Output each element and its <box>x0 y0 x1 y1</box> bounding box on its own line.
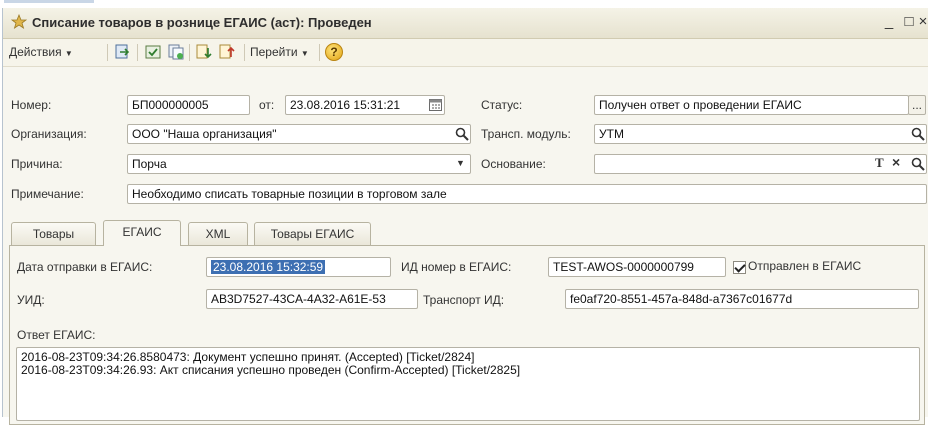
date-value: 23.08.2016 15:31:21 <box>290 98 401 112</box>
goto-menu[interactable]: Перейти ▼ <box>250 45 309 59</box>
post-and-close-icon[interactable] <box>114 43 132 61</box>
actions-menu[interactable]: Действия ▼ <box>9 45 73 59</box>
uid-field[interactable]: AB3D7527-43CA-4A32-A61E-53 <box>206 289 418 309</box>
toolbar-divider <box>244 44 245 61</box>
document-icon <box>11 14 27 29</box>
send-date-value: 23.08.2016 15:32:59 <box>211 260 326 274</box>
egais-id-field[interactable]: TEST-AWOS-0000000799 <box>548 257 726 277</box>
type-select-icon[interactable]: T <box>875 155 884 171</box>
move-up-icon[interactable] <box>218 43 236 61</box>
tab-xml[interactable]: XML <box>188 222 248 246</box>
move-down-icon[interactable] <box>195 43 213 61</box>
status-field[interactable]: Получен ответ о проведении ЕГАИС <box>594 95 909 115</box>
tab-egais[interactable]: ЕГАИС <box>103 220 181 246</box>
toolbar-divider <box>137 44 138 61</box>
egais-response-label: Ответ ЕГАИС: <box>17 328 96 342</box>
document-window: Списание товаров в рознице ЕГАИС (аст): … <box>2 8 928 425</box>
date-field[interactable]: 23.08.2016 15:31:21 <box>285 95 445 115</box>
maximize-button[interactable]: □ <box>899 12 919 32</box>
egais-tab-panel: Дата отправки в ЕГАИС: 23.08.2016 15:32:… <box>9 245 925 425</box>
tab-goods-egais[interactable]: Товары ЕГАИС <box>254 222 371 246</box>
basis-label: Основание: <box>481 157 546 171</box>
egais-id-label: ИД номер в ЕГАИС: <box>401 260 512 274</box>
tab-goods[interactable]: Товары <box>11 222 96 246</box>
status-label: Статус: <box>481 98 523 112</box>
reason-field[interactable]: Порча <box>127 154 471 174</box>
send-date-field[interactable]: 23.08.2016 15:32:59 <box>206 257 391 277</box>
chevron-down-icon[interactable]: ▼ <box>456 158 465 168</box>
number-label: Номер: <box>11 98 52 112</box>
help-icon[interactable]: ? <box>325 43 343 61</box>
reason-label: Причина: <box>11 157 63 171</box>
egais-response-memo[interactable]: 2016-08-23T09:34:26.8580473: Документ ус… <box>16 347 920 421</box>
actions-menu-label: Действия <box>9 45 62 59</box>
toolbar-divider <box>107 44 108 61</box>
toolbar: Действия ▼ Перейти ▼ ? <box>3 39 928 67</box>
sent-to-egais-label: Отправлен в ЕГАИС <box>748 259 862 273</box>
title-bar[interactable]: Списание товаров в рознице ЕГАИС (аст): … <box>3 8 928 39</box>
toolbar-divider <box>189 44 190 61</box>
note-label: Примечание: <box>11 187 84 201</box>
transport-id-field[interactable]: fe0af720-8551-457a-848d-a7367c01677d <box>565 289 919 309</box>
chevron-down-icon: ▼ <box>300 49 309 58</box>
search-icon[interactable] <box>911 127 925 141</box>
number-field[interactable]: БП000000005 <box>127 95 250 115</box>
goto-menu-label: Перейти <box>250 45 298 59</box>
post-icon[interactable] <box>144 43 162 61</box>
transport-id-label: Транспорт ИД: <box>423 293 505 307</box>
transport-module-label: Трансп. модуль: <box>481 127 571 141</box>
close-button[interactable]: × <box>917 12 928 32</box>
search-icon[interactable] <box>911 157 925 171</box>
calendar-icon[interactable] <box>429 98 442 111</box>
organization-field[interactable]: ООО "Наша организация" <box>127 124 471 144</box>
transport-module-field[interactable]: УТМ <box>594 124 927 144</box>
organization-label: Организация: <box>11 127 87 141</box>
clear-icon[interactable]: × <box>892 154 900 170</box>
minimize-button[interactable]: _ <box>879 12 899 32</box>
background-window-strip <box>0 0 928 6</box>
toolbar-divider <box>319 44 320 61</box>
window-title: Списание товаров в рознице ЕГАИС (аст): … <box>32 15 372 30</box>
date-label: от: <box>259 98 275 112</box>
note-field[interactable]: Необходимо списать товарные позиции в то… <box>127 184 927 204</box>
search-icon[interactable] <box>455 127 469 141</box>
sent-to-egais-checkbox[interactable] <box>733 261 746 274</box>
send-date-label: Дата отправки в ЕГАИС: <box>17 260 153 274</box>
response-line: 2016-08-23T09:34:26.93: Акт списания усп… <box>21 363 521 377</box>
status-select-button[interactable]: ... <box>908 95 926 115</box>
chevron-down-icon: ▼ <box>64 49 73 58</box>
uid-label: УИД: <box>17 293 45 307</box>
copy-document-icon[interactable] <box>167 43 185 61</box>
tabs-container: Товары ЕГАИС XML Товары ЕГАИС Дата отпра… <box>9 220 925 425</box>
